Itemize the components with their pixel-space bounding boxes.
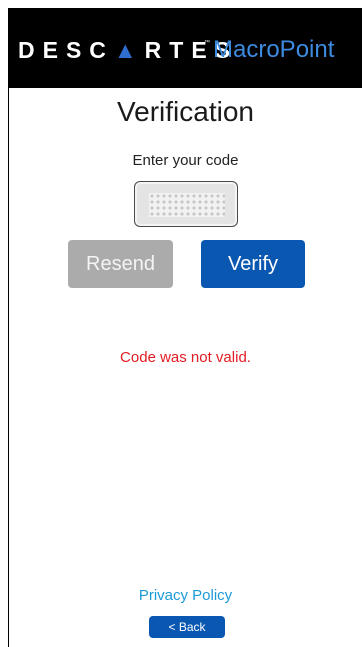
app-header: DESC▲RTES ™ MacroPoint (8, 8, 362, 88)
page-title: Verification (117, 96, 254, 127)
privacy-policy-link[interactable]: Privacy Policy (9, 586, 362, 606)
resend-button[interactable]: Resend (68, 240, 173, 288)
logo-text-left: DESC (18, 37, 114, 63)
macropoint-logo: MacroPoint (213, 36, 335, 63)
verification-code-input[interactable] (134, 181, 238, 227)
masked-code-value (149, 193, 225, 217)
back-button[interactable]: < Back (149, 616, 225, 638)
verify-button[interactable]: Verify (201, 240, 305, 288)
error-message: Code was not valid. (120, 349, 251, 366)
page: DESC▲RTES ™ MacroPoint Verification Ente… (0, 0, 362, 647)
code-prompt: Enter your code (132, 152, 239, 169)
trademark-mark: ™ (204, 40, 210, 46)
logo-accent-icon: ▲ (113, 37, 145, 63)
